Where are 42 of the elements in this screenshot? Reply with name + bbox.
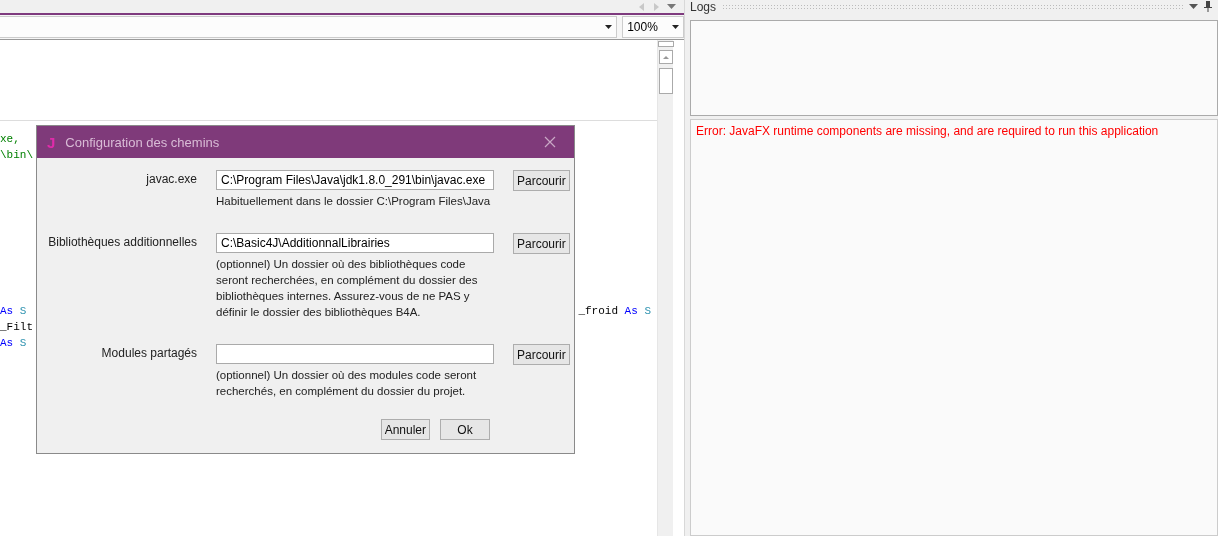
code-text: As — [0, 336, 14, 351]
browse-button[interactable]: Parcourir — [513, 344, 570, 365]
field-hint: (optionnel) Un dossier où des modules code seront recherchés, en complément du dossier du projet. — [216, 368, 478, 399]
scroll-right-icon[interactable] — [653, 2, 659, 11]
pin-icon[interactable] — [1204, 1, 1212, 12]
field-hint: (optionnel) Un dossier où des bibliothèques code seront recherchées, en complément du dossier des bibliothèques internes. Assurez-vous de ne PAS y définir le dossier des bibliothèques B4A. — [216, 257, 479, 320]
module-dropdown[interactable] — [0, 16, 618, 38]
caret-icon — [672, 25, 679, 29]
log-message: Error: JavaFX runtime components are missing, and are required to run this application — [696, 124, 1160, 138]
browse-button[interactable]: Parcourir — [513, 170, 570, 191]
scrollbar[interactable] — [657, 40, 673, 536]
code-text: _Filt — [0, 320, 33, 335]
code-text: \bin\ — [0, 148, 33, 163]
caret-icon — [605, 25, 613, 29]
field-label: javac.exe — [145, 171, 197, 186]
scroll-thumb[interactable] — [658, 68, 673, 94]
path-field[interactable] — [216, 344, 494, 364]
path-field[interactable]: C:\Program Files\Java\jdk1.8.0_291\bin\javac.exe — [216, 170, 494, 190]
dropdown-icon[interactable] — [1189, 4, 1198, 9]
code-text: As — [0, 304, 14, 319]
dropdown-icon[interactable] — [667, 4, 676, 9]
field-hint: Habituellement dans le dossier C:\Program Files\Java — [216, 194, 492, 209]
code-text: _froid — [578, 304, 618, 319]
scroll-up-icon[interactable] — [658, 50, 673, 64]
code-text: S — [19, 336, 27, 351]
browse-button[interactable]: Parcourir — [513, 233, 570, 254]
app-logo: J — [47, 133, 56, 151]
code-text: S — [19, 304, 27, 319]
field-label: Bibliothèques additionnelles — [47, 234, 197, 249]
panel-title: Logs — [690, 0, 717, 14]
dialog-button[interactable]: Ok — [440, 419, 490, 440]
code-text: xe, — [0, 132, 20, 147]
zoom-dropdown[interactable]: 100% — [622, 16, 684, 38]
field-label: Modules partagés — [100, 345, 197, 360]
splitter-handle[interactable] — [657, 41, 674, 47]
code-text: S — [644, 304, 651, 319]
dialog-button[interactable]: Annuler — [380, 419, 430, 440]
code-text: As — [624, 304, 638, 319]
scroll-left-icon[interactable] — [639, 2, 645, 11]
close-icon[interactable] — [544, 136, 556, 148]
path-field[interactable]: C:\Basic4J\AdditionnalLibrairies — [216, 233, 494, 253]
dialog-title: Configuration des chemins — [65, 134, 221, 150]
